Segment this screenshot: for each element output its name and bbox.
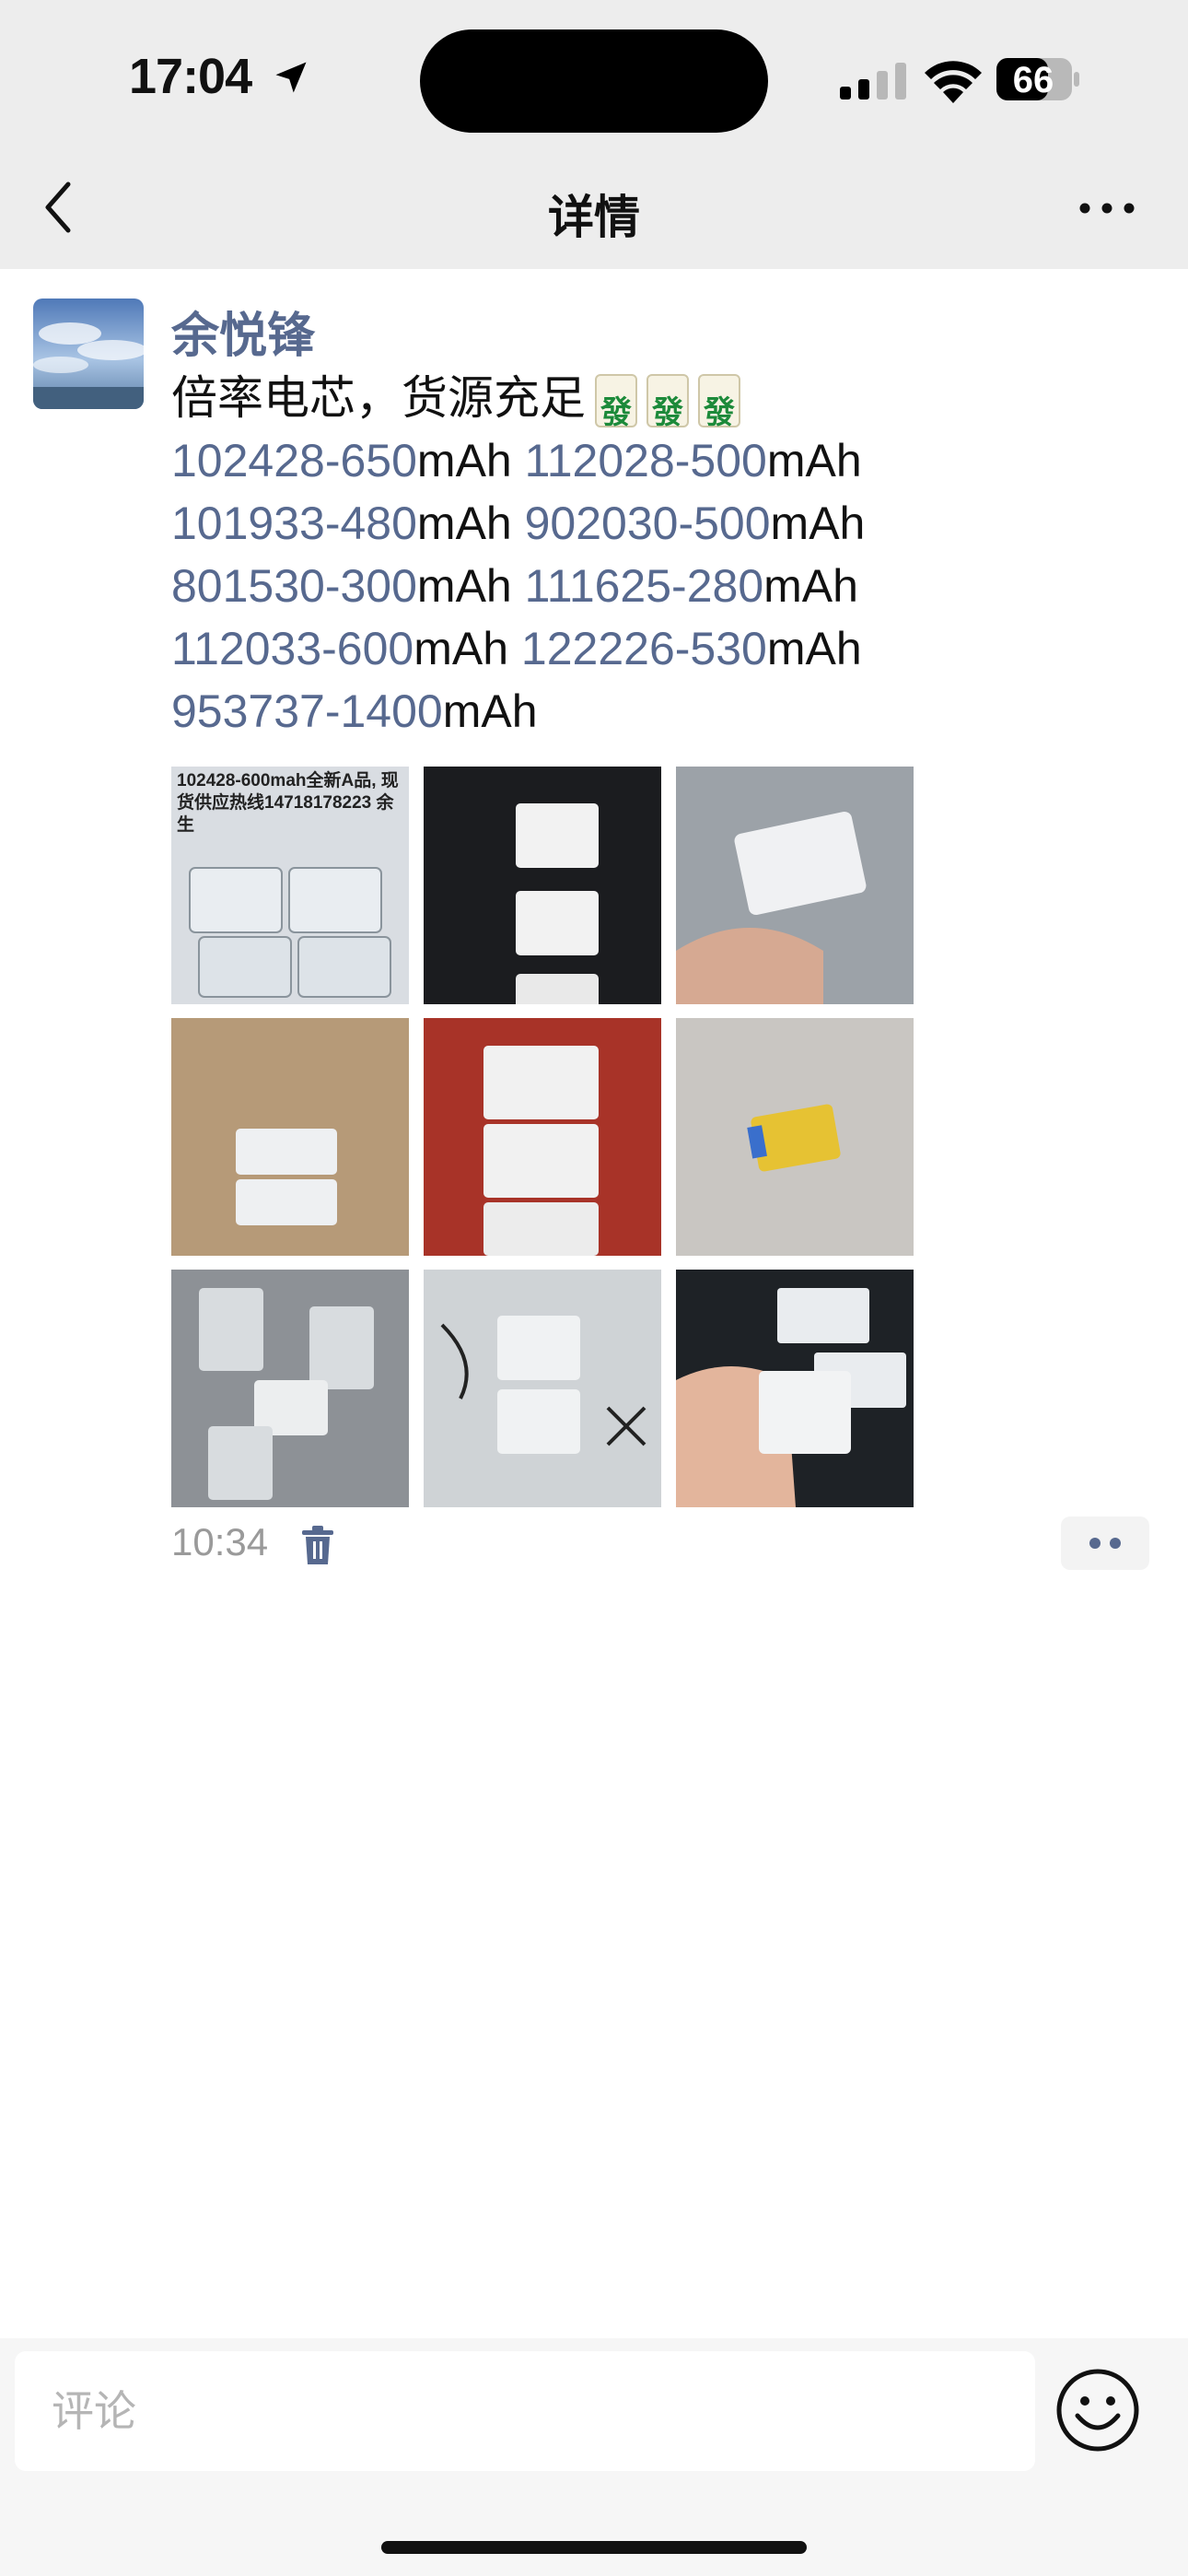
photo-battery-in-hand[interactable] — [676, 767, 914, 1004]
fa-mahjong-emoji-icon: 發 — [698, 374, 740, 430]
post-text-segment: mAh — [416, 498, 525, 549]
post-text-segment: mAh — [416, 560, 525, 612]
model-number-link[interactable]: 102428-650 — [171, 435, 417, 486]
emoji-glyph: 發 — [600, 395, 632, 430]
model-number-link[interactable]: 101933-480 — [171, 498, 417, 549]
post-text-line: 101933-480mAh 902030-500mAh — [171, 492, 1147, 555]
emoji-icon[interactable] — [1055, 2368, 1140, 2453]
emoji-glyph: 發 — [704, 395, 735, 430]
post-text-segment: mAh — [766, 623, 862, 674]
post-text-segment: mAh — [413, 623, 521, 674]
dynamic-island — [420, 29, 768, 133]
avatar[interactable] — [33, 299, 144, 409]
post-text-segment: mAh — [416, 435, 525, 486]
photo-caption: 102428-600mah全新A品, 现货供应热线14718178223 余生 — [177, 771, 399, 835]
wifi-icon — [925, 61, 982, 103]
post-text-line: 102428-650mAh 112028-500mAh — [171, 429, 1147, 492]
author-name[interactable]: 余悦锋 — [171, 297, 315, 366]
photo-grid: 102428-600mah全新A品, 现货供应热线14718178223 余生 — [171, 767, 914, 1507]
model-number-link[interactable]: 902030-500 — [525, 498, 771, 549]
status-time: 17:04 — [129, 49, 252, 104]
post-text: 倍率电芯，货源充足發發發 102428-650mAh 112028-500mAh 1… — [171, 367, 1147, 743]
post-text-segment: mAh — [770, 498, 866, 549]
comment-input[interactable] — [15, 2351, 1035, 2471]
model-number-link[interactable]: 953737-1400 — [171, 685, 443, 737]
post-text-line: 953737-1400mAh — [171, 680, 1147, 743]
photo-batteries-grid[interactable]: 102428-600mah全新A品, 现货供应热线14718178223 余生 — [171, 767, 409, 1004]
photo-batteries-tray[interactable] — [424, 767, 661, 1004]
photo-batteries-in-tray[interactable] — [171, 1270, 409, 1507]
photo-batteries-on-cardboard[interactable] — [171, 1018, 409, 1256]
location-arrow-icon — [275, 62, 307, 93]
delete-icon[interactable] — [300, 1526, 335, 1564]
post-text-segment: mAh — [766, 435, 862, 486]
home-indicator — [381, 2541, 807, 2554]
model-number-link[interactable]: 112033-600 — [171, 623, 413, 674]
photo-yellow-battery[interactable] — [676, 1018, 914, 1256]
model-number-link[interactable]: 122226-530 — [521, 623, 767, 674]
cellular-signal-icon — [840, 63, 906, 100]
model-number-link[interactable]: 801530-300 — [171, 560, 417, 612]
post-text-segment: 倍率电芯，货源充足 — [171, 372, 586, 424]
model-number-link[interactable]: 111625-280 — [525, 560, 764, 612]
page-title: 详情 — [548, 192, 640, 243]
model-number-link[interactable]: 112028-500 — [525, 435, 767, 486]
more-options-button[interactable] — [1077, 193, 1136, 223]
fa-mahjong-emoji-icon: 發 — [595, 374, 637, 430]
emoji-glyph: 發 — [652, 395, 683, 430]
like-comment-button[interactable] — [1061, 1516, 1149, 1570]
fa-mahjong-emoji-icon: 發 — [646, 374, 689, 430]
post-time: 10:34 — [171, 1520, 269, 1563]
battery-icon: 66 — [996, 58, 1079, 100]
post-text-line: 112033-600mAh 122226-530mAh — [171, 617, 1147, 680]
battery-level: 66 — [1013, 60, 1054, 100]
photo-battery-held[interactable] — [676, 1270, 914, 1507]
photo-batteries-pile[interactable] — [424, 1270, 661, 1507]
post-text-line: 801530-300mAh 111625-280mAh — [171, 555, 1147, 617]
post-text-segment: mAh — [763, 560, 858, 612]
post-text-segment: mAh — [442, 685, 538, 737]
post-text-line: 倍率电芯，货源充足發發發 — [171, 367, 1147, 430]
photo-batteries-on-red-table[interactable] — [424, 1018, 661, 1256]
